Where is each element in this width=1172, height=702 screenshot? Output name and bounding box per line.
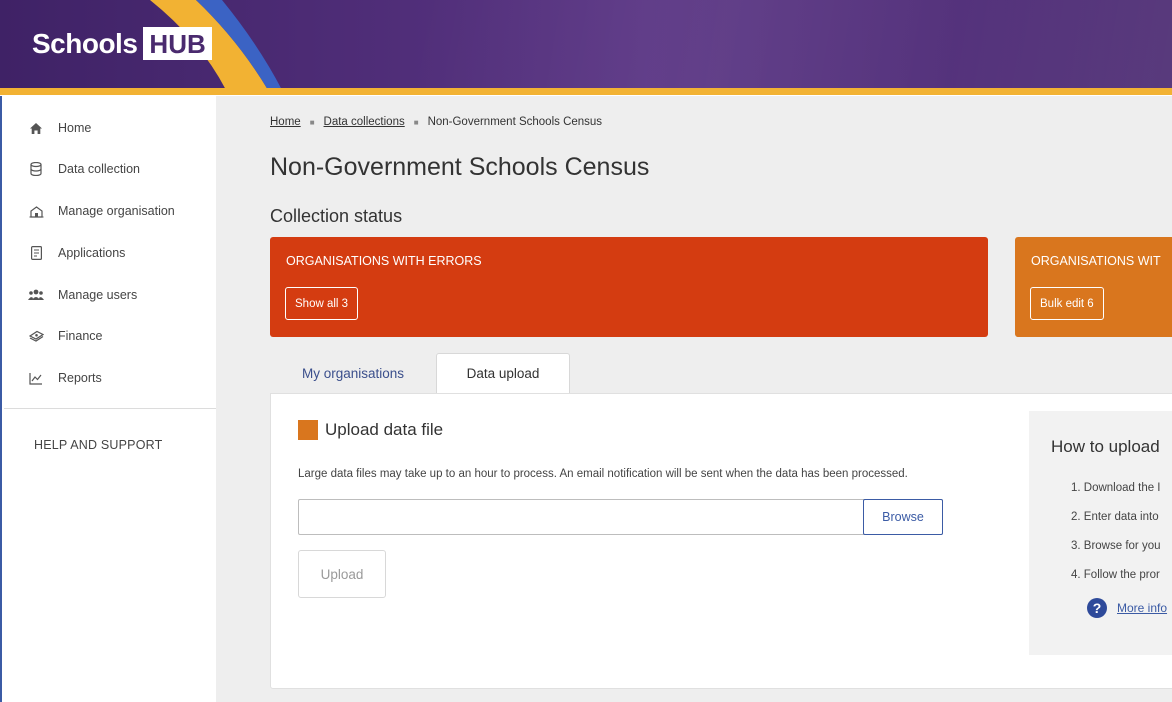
header-gold-stripe bbox=[0, 88, 1172, 95]
how-to-step: 3. Browse for you bbox=[1071, 540, 1161, 552]
sidebar-item-label: Data collection bbox=[58, 162, 140, 176]
sidebar-item-label: Finance bbox=[58, 329, 103, 343]
how-to-step: 2. Enter data into bbox=[1071, 511, 1159, 523]
more-info-link[interactable]: More info bbox=[1117, 601, 1167, 615]
breadcrumb-current: Non-Government Schools Census bbox=[427, 116, 603, 128]
breadcrumb-home[interactable]: Home bbox=[270, 116, 301, 128]
breadcrumb: Home ■ Data collections ■ Non-Government… bbox=[270, 116, 602, 128]
sidebar-item-applications[interactable]: Applications bbox=[28, 242, 125, 264]
breadcrumb-separator-icon: ■ bbox=[413, 117, 419, 127]
breadcrumb-separator-icon: ■ bbox=[309, 117, 315, 127]
header-texture bbox=[420, 0, 1172, 90]
tab-my-organisations[interactable]: My organisations bbox=[270, 353, 436, 393]
more-info-link-row: ? More info bbox=[1087, 598, 1167, 618]
sidebar-item-label: Reports bbox=[58, 371, 102, 385]
browse-button[interactable]: Browse bbox=[863, 499, 943, 535]
sidebar-item-home[interactable]: Home bbox=[28, 117, 91, 139]
database-icon bbox=[28, 161, 44, 177]
sidebar-divider bbox=[4, 408, 216, 409]
page-title: Non-Government Schools Census bbox=[270, 153, 650, 181]
errors-card-title: ORGANISATIONS WITH ERRORS bbox=[286, 254, 482, 268]
sidebar-item-data-collection[interactable]: Data collection bbox=[28, 158, 140, 180]
bulk-edit-button[interactable]: Bulk edit 6 bbox=[1030, 287, 1104, 320]
logo-wordmark: Schools bbox=[32, 27, 138, 59]
home-icon bbox=[28, 120, 44, 136]
file-path-input[interactable] bbox=[298, 499, 943, 535]
collection-status-title: Collection status bbox=[270, 206, 403, 226]
sidebar-item-manage-users[interactable]: Manage users bbox=[28, 284, 137, 306]
upload-note: Large data files may take up to an hour … bbox=[298, 468, 908, 480]
sidebar-item-reports[interactable]: Reports bbox=[28, 367, 102, 389]
sidebar-item-finance[interactable]: Finance bbox=[28, 325, 102, 347]
users-icon bbox=[28, 287, 44, 303]
sidebar: Home Data collection Manage organisation… bbox=[2, 96, 216, 702]
sidebar-item-label: Home bbox=[58, 121, 92, 135]
question-circle-icon: ? bbox=[1087, 598, 1107, 618]
main-content: Home ■ Data collections ■ Non-Government… bbox=[216, 96, 1172, 702]
warnings-status-card: ORGANISATIONS WIT Bulk edit 6 bbox=[1015, 237, 1172, 337]
logo-hub-badge: HUB bbox=[143, 27, 212, 60]
show-all-errors-button[interactable]: Show all 3 bbox=[285, 287, 359, 320]
warnings-card-title: ORGANISATIONS WIT bbox=[1031, 254, 1161, 268]
sidebar-item-manage-organisation[interactable]: Manage organisation bbox=[28, 200, 175, 222]
errors-status-card: ORGANISATIONS WITH ERRORS Show all 3 bbox=[270, 237, 988, 337]
upload-heading: Upload data file bbox=[298, 420, 443, 440]
how-to-upload-title: How to upload bbox=[1051, 437, 1160, 456]
upload-square-icon bbox=[298, 420, 318, 440]
money-icon bbox=[28, 328, 44, 344]
how-to-upload-panel: How to upload 1. Download the I 2. Enter… bbox=[1029, 411, 1172, 655]
breadcrumb-data-collections[interactable]: Data collections bbox=[324, 116, 405, 128]
tab-data-upload[interactable]: Data upload bbox=[436, 353, 570, 393]
building-icon bbox=[28, 203, 44, 219]
sidebar-item-label: Manage users bbox=[58, 288, 138, 302]
help-and-support-link[interactable]: HELP AND SUPPORT bbox=[34, 438, 162, 452]
chart-icon bbox=[28, 370, 44, 386]
data-upload-panel: Upload data file Large data files may ta… bbox=[270, 393, 1172, 689]
sidebar-item-label: Applications bbox=[58, 246, 126, 260]
how-to-step: 1. Download the I bbox=[1071, 482, 1161, 494]
upload-heading-text: Upload data file bbox=[325, 420, 444, 439]
document-icon bbox=[28, 245, 44, 261]
app-header: Schools HUB bbox=[0, 0, 1172, 90]
schools-hub-logo[interactable]: Schools HUB bbox=[32, 27, 212, 60]
sidebar-item-label: Manage organisation bbox=[58, 204, 175, 218]
upload-button[interactable]: Upload bbox=[298, 550, 386, 598]
how-to-step: 4. Follow the pror bbox=[1071, 569, 1160, 581]
